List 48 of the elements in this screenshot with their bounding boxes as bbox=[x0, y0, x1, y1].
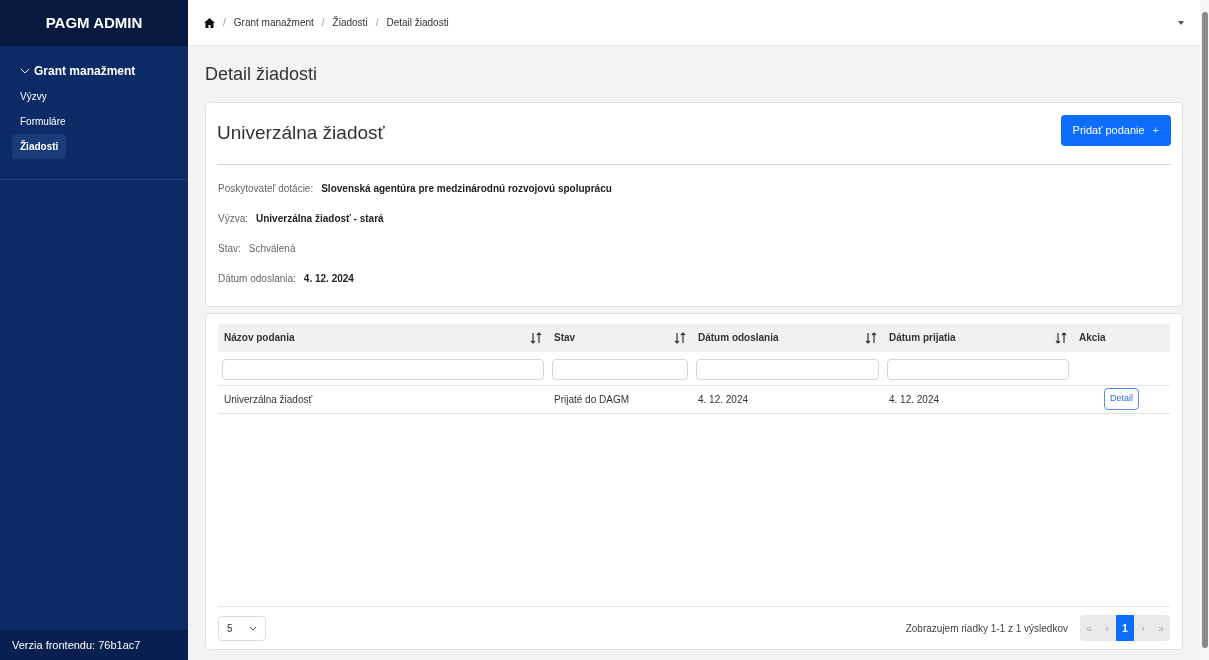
page-size-select[interactable]: 5 bbox=[218, 615, 266, 641]
field-value: 4. 12. 2024 bbox=[303, 271, 354, 286]
sidebar-group[interactable]: Grant manažment bbox=[20, 62, 136, 80]
request-title: Univerzálna žiadosť bbox=[217, 121, 385, 145]
sidebar-item[interactable]: Výzvy bbox=[12, 84, 55, 109]
breadcrumb-link[interactable]: Žiadosti bbox=[332, 15, 368, 30]
app-title: PAGM ADMIN bbox=[45, 12, 143, 33]
field-value: Slovenská agentúra pre medzinárodnú rozvojovú spoluprácu bbox=[321, 181, 612, 196]
breadcrumb-separator: / bbox=[321, 16, 325, 30]
column-header: Stav bbox=[554, 331, 576, 345]
field-label: Poskytovateľ dotácie: bbox=[218, 181, 314, 196]
sort-icon[interactable] bbox=[674, 331, 686, 344]
breadcrumb-separator: / bbox=[375, 16, 379, 30]
filter-field[interactable] bbox=[887, 359, 1069, 380]
field-value: Schválená bbox=[248, 241, 296, 256]
version-text: Verzia frontendu: 76b1ac7 bbox=[12, 637, 141, 653]
home-icon[interactable] bbox=[204, 17, 215, 28]
column-header: Dátum odoslania bbox=[698, 331, 779, 345]
field-label: Výzva: bbox=[218, 211, 248, 226]
chevron-icon bbox=[20, 66, 30, 76]
sort-icon[interactable] bbox=[530, 331, 542, 344]
table-cell: 4. 12. 2024 bbox=[698, 393, 749, 405]
table-cell: Prijaté do DAGM bbox=[554, 393, 630, 405]
column-header: Názov podania bbox=[224, 331, 295, 345]
sidebar-item[interactable]: Žiadosti bbox=[12, 134, 67, 159]
table-cell: Univerzálna žiadosť bbox=[224, 393, 313, 405]
field-label: Dátum odoslania: bbox=[218, 271, 296, 286]
breadcrumb-separator: / bbox=[223, 16, 226, 30]
page-title: Detail žiadosti bbox=[205, 63, 319, 86]
dropdown-caret-icon[interactable] bbox=[1178, 20, 1184, 25]
sort-icon[interactable] bbox=[865, 331, 877, 344]
filter-field[interactable] bbox=[552, 359, 688, 380]
sidebar-item[interactable]: Formuláre bbox=[12, 109, 74, 134]
chevron-icon bbox=[248, 625, 257, 631]
pagination-button[interactable]: 1 bbox=[1116, 615, 1134, 641]
filter-field[interactable] bbox=[222, 359, 544, 380]
filter-field[interactable] bbox=[696, 359, 879, 380]
breadcrumb-link[interactable]: Grant manažment bbox=[233, 15, 314, 30]
sort-icon[interactable] bbox=[1055, 331, 1067, 344]
detail-button[interactable]: Detail bbox=[1104, 388, 1139, 410]
table-cell: 4. 12. 2024 bbox=[889, 393, 940, 405]
field-label: Stav: bbox=[218, 241, 241, 256]
add-submission-button[interactable]: Pridať podanie + bbox=[1060, 115, 1171, 146]
field-value: Univerzálna žiadosť - stará bbox=[256, 211, 384, 226]
column-header: Akcia bbox=[1079, 331, 1106, 345]
results-summary: Zobrazujem riadky 1-1 z 1 výsledkov bbox=[905, 621, 1068, 636]
breadcrumb-link[interactable]: Detail žiadosti bbox=[386, 15, 449, 30]
column-header: Dátum prijatia bbox=[889, 331, 956, 345]
